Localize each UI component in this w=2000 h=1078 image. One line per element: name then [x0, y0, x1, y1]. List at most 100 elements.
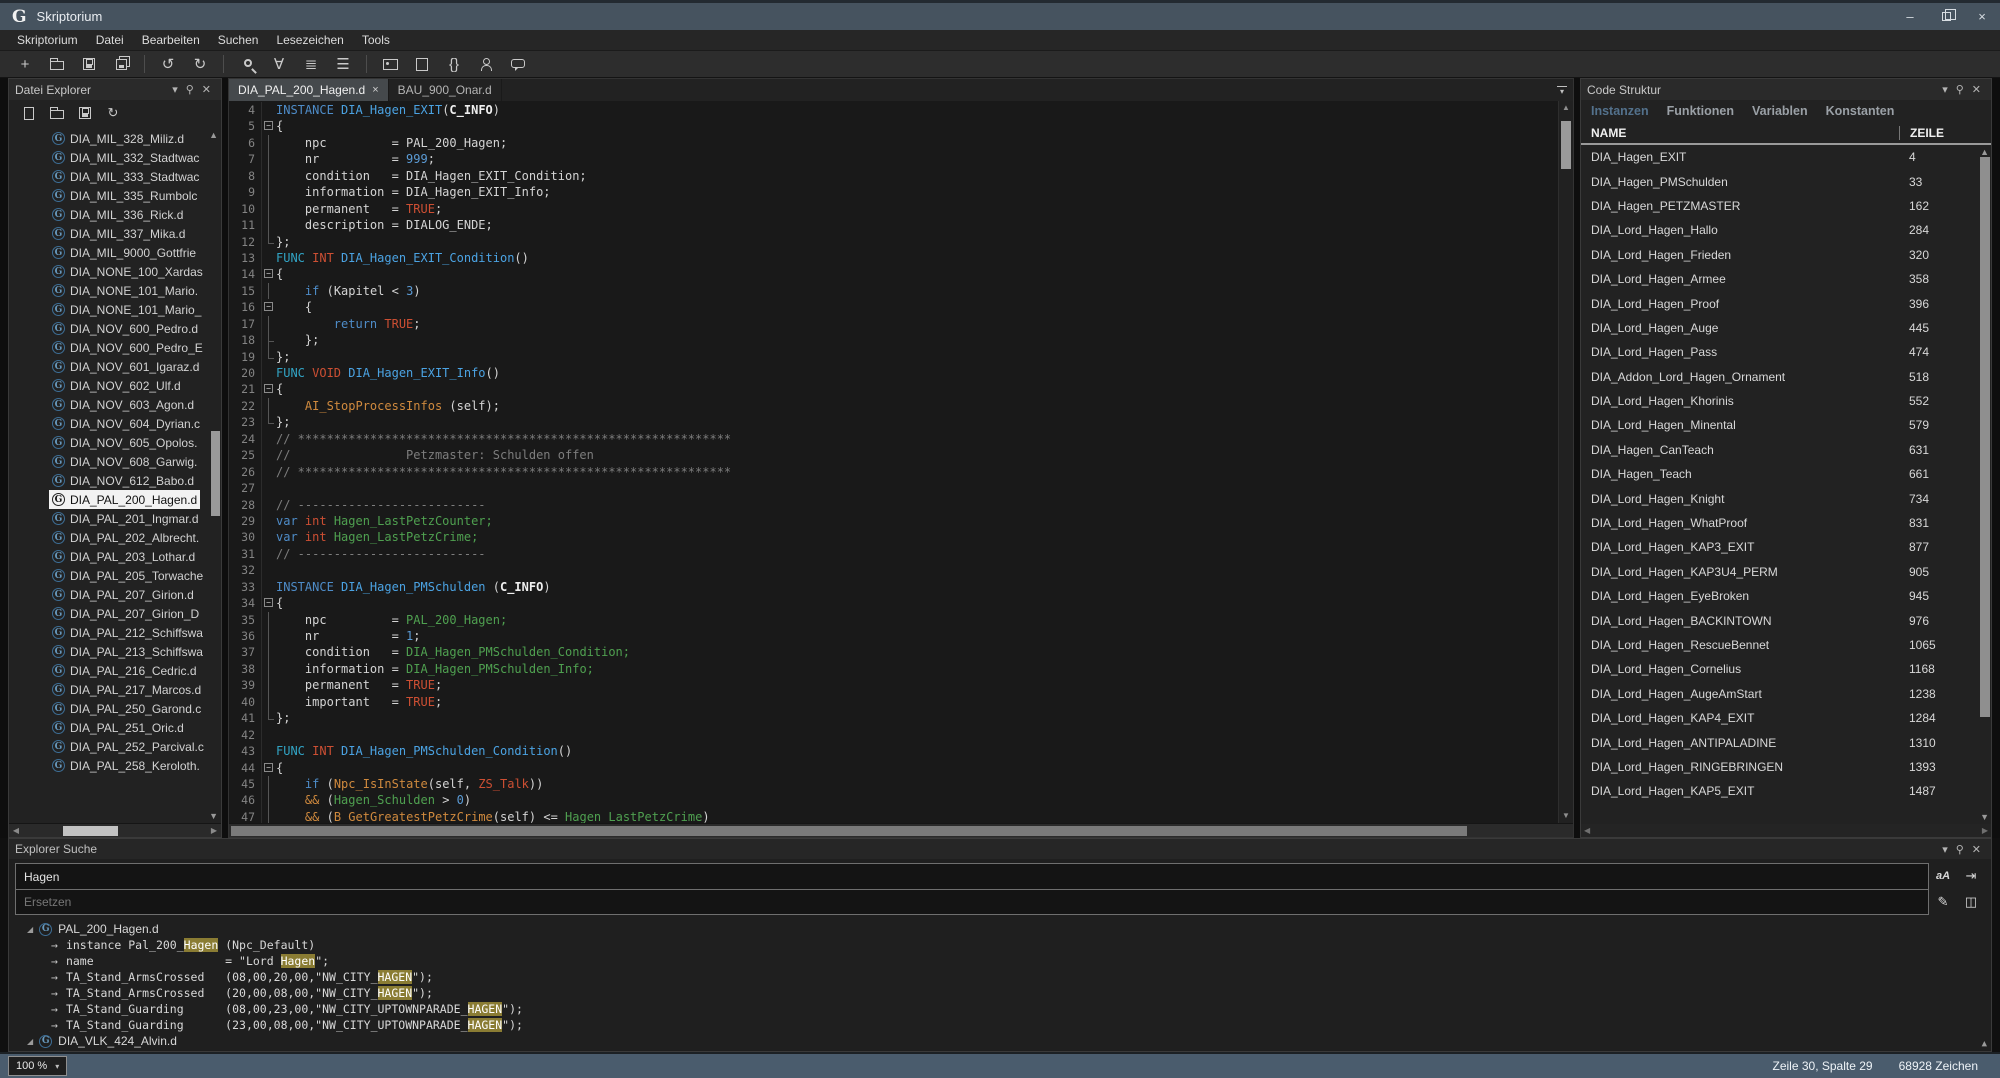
file-item[interactable]: GDIA_NOV_608_Garwig.	[9, 452, 221, 471]
structure-row[interactable]: DIA_Lord_Hagen_Khorinis552	[1581, 389, 1991, 413]
fold-toggle-icon[interactable]: −	[264, 269, 273, 278]
file-item[interactable]: GDIA_PAL_250_Garond.c	[9, 699, 221, 718]
code-line[interactable]: 32	[229, 562, 1558, 578]
image-button[interactable]	[375, 52, 405, 76]
code-line[interactable]: 23};	[229, 414, 1558, 430]
code-line[interactable]: 25// Petzmaster: Schulden offen	[229, 447, 1558, 463]
file-item[interactable]: GDIA_MIL_333_Stadtwac	[9, 167, 221, 186]
structure-row[interactable]: DIA_Lord_Hagen_Armee358	[1581, 267, 1991, 291]
panel-pin-icon[interactable]: ⚲	[1952, 83, 1968, 96]
redo-button[interactable]: ↻	[185, 52, 215, 76]
result-match-row[interactable]: →TA_Stand_ArmsCrossed (20,00,08,00,"NW_C…	[9, 985, 1991, 1001]
structure-row[interactable]: DIA_Hagen_PMSchulden33	[1581, 169, 1991, 193]
code-line[interactable]: 17 return TRUE;	[229, 316, 1558, 332]
code-line[interactable]: 27	[229, 480, 1558, 496]
menu-item-datei[interactable]: Datei	[87, 30, 133, 51]
replace-input[interactable]	[16, 889, 1928, 914]
file-item[interactable]: GDIA_PAL_213_Schiffswa	[9, 642, 221, 661]
structure-row[interactable]: DIA_Hagen_EXIT4	[1581, 145, 1991, 169]
structure-row[interactable]: DIA_Lord_Hagen_RescueBennet1065	[1581, 633, 1991, 657]
editor-vscrollbar[interactable]: ▲ ▼	[1558, 101, 1573, 823]
file-item[interactable]: GDIA_PAL_217_Marcos.d	[9, 680, 221, 699]
file-item[interactable]: GDIA_PAL_201_Ingmar.d	[9, 509, 221, 528]
file-item[interactable]: GDIA_MIL_332_Stadtwac	[9, 148, 221, 167]
tab-list-dropdown-icon[interactable]: ▾	[1557, 86, 1567, 94]
structure-row[interactable]: DIA_Lord_Hagen_Knight734	[1581, 486, 1991, 510]
fold-margin[interactable]: −	[261, 266, 276, 282]
expander-icon[interactable]: ◢	[27, 1037, 33, 1046]
file-item[interactable]: GDIA_NONE_101_Mario.	[9, 281, 221, 300]
file-item[interactable]: GDIA_PAL_202_Albrecht.	[9, 528, 221, 547]
fold-toggle-icon[interactable]: −	[264, 302, 273, 311]
code-line[interactable]: 42	[229, 727, 1558, 743]
file-item[interactable]: GDIA_NOV_604_Dyrian.c	[9, 414, 221, 433]
braces-button[interactable]: {}	[439, 52, 469, 76]
column-header-name[interactable]: NAME	[1581, 126, 1899, 140]
file-item[interactable]: GDIA_NONE_100_Xardas	[9, 262, 221, 281]
file-item[interactable]: GDIA_PAL_203_Lothar.d	[9, 547, 221, 566]
file-item[interactable]: GDIA_MIL_335_Rumbolc	[9, 186, 221, 205]
structure-row[interactable]: DIA_Lord_Hagen_Frieden320	[1581, 243, 1991, 267]
struct-tab-variablen[interactable]: Variablen	[1752, 104, 1808, 123]
code-line[interactable]: 35 npc = PAL_200_Hagen;	[229, 612, 1558, 628]
fold-toggle-icon[interactable]: −	[264, 763, 273, 772]
filter-button[interactable]: ∀	[264, 52, 294, 76]
code-line[interactable]: 15 if (Kapitel < 3)	[229, 283, 1558, 299]
structure-row[interactable]: DIA_Addon_Lord_Hagen_Ornament518	[1581, 365, 1991, 389]
file-item[interactable]: GDIA_NOV_601_Igaraz.d	[9, 357, 221, 376]
vscroll-thumb[interactable]	[1561, 121, 1571, 169]
structure-row[interactable]: DIA_Hagen_Teach661	[1581, 462, 1991, 486]
menu-item-skriptorium[interactable]: Skriptorium	[8, 30, 87, 51]
structure-row[interactable]: DIA_Lord_Hagen_Cornelius1168	[1581, 657, 1991, 681]
code-line[interactable]: 13FUNC INT DIA_Hagen_EXIT_Condition()	[229, 250, 1558, 266]
minimize-button[interactable]: –	[1892, 3, 1928, 30]
whole-word-icon[interactable]: ⇥	[1966, 868, 1977, 884]
code-line[interactable]: 47 && (B_GetGreatestPetzCrime(self) <= H…	[229, 809, 1558, 823]
structure-row[interactable]: DIA_Lord_Hagen_Proof396	[1581, 291, 1991, 315]
file-item[interactable]: GDIA_NOV_600_Pedro.d	[9, 319, 221, 338]
code-line[interactable]: 40 important = TRUE;	[229, 694, 1558, 710]
file-item[interactable]: GDIA_MIL_337_Mika.d	[9, 224, 221, 243]
new-file-button[interactable]: +	[10, 52, 40, 76]
code-line[interactable]: 43FUNC INT DIA_Hagen_PMSchulden_Conditio…	[229, 743, 1558, 759]
search-input[interactable]	[16, 864, 1928, 889]
person-button[interactable]	[471, 52, 501, 76]
file-item[interactable]: GDIA_MIL_9000_Gottfrie	[9, 243, 221, 262]
structure-row[interactable]: DIA_Lord_Hagen_KAP3U4_PERM905	[1581, 560, 1991, 584]
file-item[interactable]: GDIA_MIL_328_Miliz.d	[9, 129, 221, 148]
structure-row[interactable]: DIA_Lord_Hagen_ANTIPALADINE1310	[1581, 730, 1991, 754]
structure-row[interactable]: DIA_Lord_Hagen_KAP3_EXIT877	[1581, 535, 1991, 559]
code-line[interactable]: 11 description = DIALOG_ENDE;	[229, 217, 1558, 233]
new-file-button[interactable]	[17, 102, 41, 124]
code-line[interactable]: 26// ***********************************…	[229, 464, 1558, 480]
column-header-zeile[interactable]: ZEILE	[1899, 126, 1991, 140]
code-line[interactable]: 18 };	[229, 332, 1558, 348]
file-item[interactable]: GDIA_PAL_251_Oric.d	[9, 718, 221, 737]
tab-close-icon[interactable]: ×	[372, 84, 378, 96]
file-list-scrollbar-thumb[interactable]	[211, 431, 220, 516]
refresh-button[interactable]: ↻	[101, 102, 125, 124]
structure-row[interactable]: DIA_Hagen_PETZMASTER162	[1581, 194, 1991, 218]
replace-all-icon[interactable]: ◫	[1965, 894, 1977, 910]
comment-button[interactable]	[503, 52, 533, 76]
result-match-row[interactable]: →instance Pal_200_Hagen (Npc_Default)	[9, 937, 1991, 953]
scroll-down-icon[interactable]: ▼	[209, 811, 218, 821]
file-item[interactable]: GDIA_MIL_336_Rick.d	[9, 205, 221, 224]
scroll-up-icon[interactable]: ▲	[1982, 1039, 1987, 1049]
code-line[interactable]: 19};	[229, 349, 1558, 365]
struct-tab-funktionen[interactable]: Funktionen	[1667, 104, 1734, 123]
fold-toggle-icon[interactable]: −	[264, 384, 273, 393]
editor-tab[interactable]: DIA_PAL_200_Hagen.d×	[229, 79, 389, 101]
fold-toggle-icon[interactable]: −	[264, 121, 273, 130]
result-file-row[interactable]: ◢GDIA_VLK_424_Alvin.d	[9, 1033, 1991, 1049]
editor-tab[interactable]: BAU_900_Onar.d	[389, 79, 502, 101]
code-line[interactable]: 33INSTANCE DIA_Hagen_PMSchulden (C_INFO)	[229, 579, 1558, 595]
code-line[interactable]: 44−{	[229, 760, 1558, 776]
code-line[interactable]: 29var int Hagen_LastPetzCounter;	[229, 513, 1558, 529]
scroll-down-icon[interactable]: ▼	[1980, 812, 1989, 822]
code-line[interactable]: 20FUNC VOID DIA_Hagen_EXIT_Info()	[229, 365, 1558, 381]
scroll-left-icon[interactable]: ◀	[1584, 826, 1590, 835]
file-item[interactable]: GDIA_NOV_605_Opolos.	[9, 433, 221, 452]
fold-margin[interactable]: −	[261, 381, 276, 397]
code-line[interactable]: 39 permanent = TRUE;	[229, 677, 1558, 693]
